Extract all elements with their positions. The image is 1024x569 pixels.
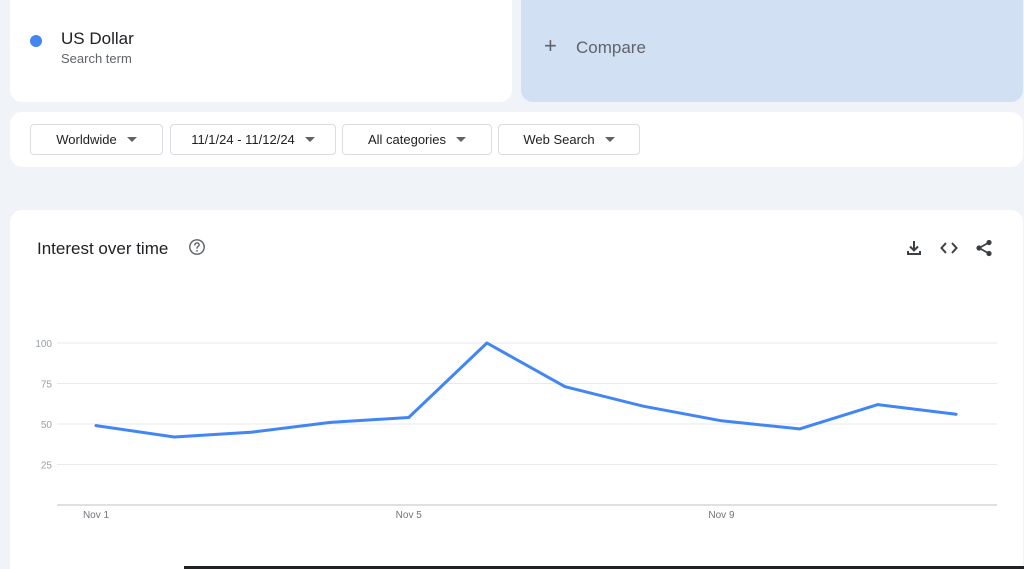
- interest-over-time-card: Interest over time 25 50 75 100 Nov 1 Nov 5 No…: [10, 210, 1023, 569]
- term-color-dot: [30, 35, 42, 47]
- filter-date-dropdown[interactable]: 11/1/24 - 11/12/24: [170, 124, 336, 155]
- data-point: [641, 404, 645, 408]
- compare-button[interactable]: + Compare: [521, 0, 1023, 102]
- filter-category-dropdown[interactable]: All categories: [342, 124, 492, 155]
- y-tick-label: 75: [41, 380, 53, 391]
- plus-icon: +: [544, 33, 557, 58]
- x-tick-label: Nov 9: [708, 510, 735, 521]
- caret-down-icon: [604, 137, 615, 142]
- data-point: [485, 341, 489, 345]
- series-line: [94, 341, 958, 439]
- y-tick-label: 100: [35, 339, 52, 350]
- filter-property-label: Web Search: [523, 132, 595, 147]
- data-point: [720, 419, 723, 423]
- data-point: [407, 416, 411, 419]
- data-point: [172, 435, 176, 439]
- filter-category-label: All categories: [367, 132, 447, 147]
- filter-property-dropdown[interactable]: Web Search: [498, 124, 640, 155]
- data-point: [798, 427, 802, 431]
- search-term-subtitle: Search term: [61, 51, 132, 66]
- x-tick-label: Nov 1: [83, 510, 110, 521]
- compare-label: Compare: [576, 38, 646, 57]
- filters-bar: Worldwide 11/1/24 - 11/12/24 All categor…: [10, 112, 1023, 167]
- caret-down-icon: [126, 137, 137, 142]
- x-tick-label: Nov 5: [396, 510, 423, 521]
- y-tick-label: 25: [41, 461, 53, 472]
- filter-date-label: 11/1/24 - 11/12/24: [191, 132, 295, 147]
- data-point: [329, 420, 332, 424]
- interest-line-chart: 25 50 75 100 Nov 1 Nov 5 Nov 9: [35, 339, 997, 521]
- search-term-card[interactable]: US Dollar Search term: [10, 0, 512, 102]
- data-point: [876, 403, 880, 406]
- data-point: [94, 424, 98, 428]
- caret-down-icon: [304, 137, 315, 142]
- y-tick-label: 50: [41, 420, 53, 431]
- filter-region-dropdown[interactable]: Worldwide: [30, 124, 163, 155]
- caret-down-icon: [456, 137, 467, 142]
- data-point: [563, 385, 567, 389]
- search-term-name[interactable]: US Dollar: [61, 29, 134, 49]
- data-point: [954, 412, 958, 416]
- filter-region-label: Worldwide: [56, 132, 117, 147]
- data-point: [250, 430, 254, 434]
